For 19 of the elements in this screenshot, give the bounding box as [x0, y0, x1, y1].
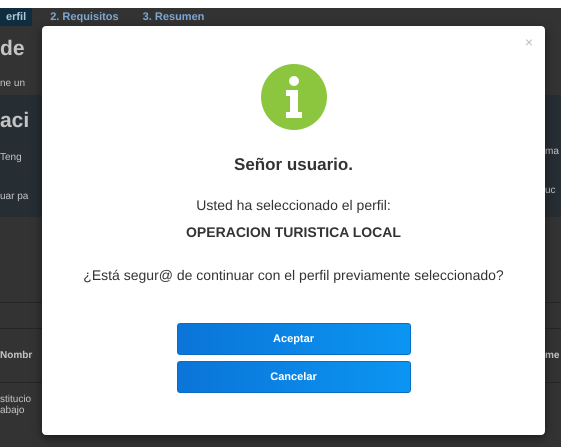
info-icon [260, 64, 326, 130]
step-tab[interactable]: 3. Resumen [130, 8, 216, 26]
table-cell-line: stitucio [0, 394, 32, 405]
table-header: me [545, 350, 560, 362]
page-heading: de [0, 37, 26, 62]
table-header: Nombr [0, 350, 34, 362]
panel-title: aci [0, 109, 30, 134]
step-tab[interactable]: 2. Requisitos [38, 8, 131, 26]
confirmation-question: ¿Está segur@ de continuar con el perfil previamente seleccionado? [83, 267, 504, 283]
dialog-message: Usted ha seleccionado el perfil: [196, 197, 391, 213]
panel-text: ma [545, 146, 560, 157]
dialog-title: Señor usuario. [234, 155, 354, 175]
step-tab[interactable]: erfil [0, 8, 32, 26]
accept-button[interactable]: Aceptar [176, 323, 410, 355]
cancel-button[interactable]: Cancelar [176, 361, 410, 393]
panel-text: Teng [0, 152, 23, 164]
page-subtitle: ne un [0, 78, 26, 90]
table-cell-line: abajo [0, 405, 26, 416]
profile-name: OPERACION TURISTICA LOCAL [186, 224, 401, 240]
